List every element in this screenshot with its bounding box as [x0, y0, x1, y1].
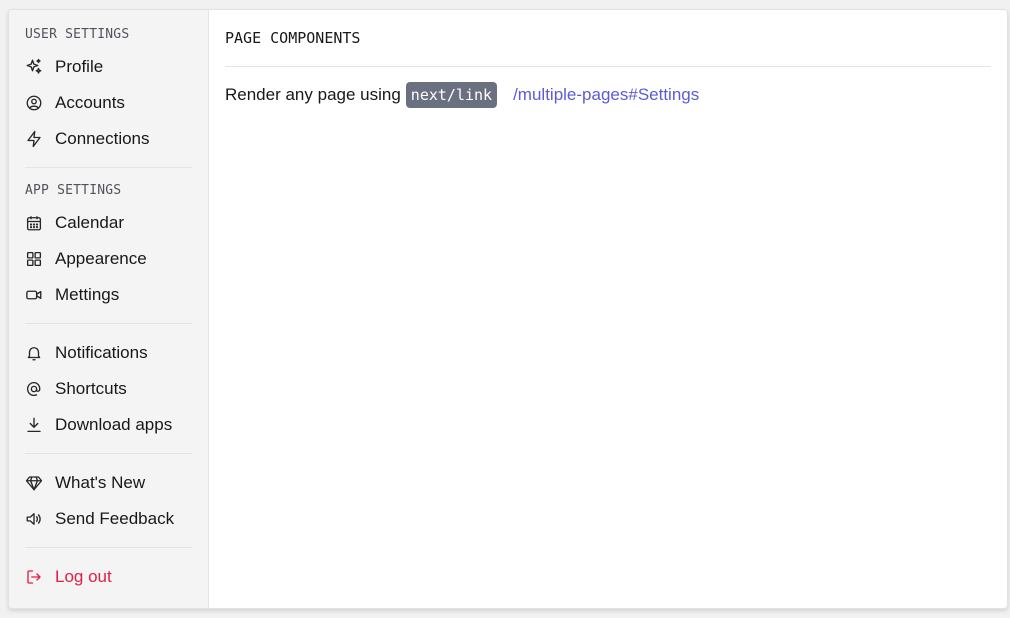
diamond-icon — [25, 474, 43, 492]
page-title: PAGE COMPONENTS — [225, 10, 991, 67]
multiple-pages-link[interactable]: /multiple-pages#Settings — [513, 85, 699, 105]
sidebar-item-label: Send Feedback — [55, 509, 175, 528]
sidebar-item-send-feedback[interactable]: Send Feedback — [25, 501, 192, 537]
sparkles-icon — [25, 58, 43, 76]
sidebar-item-label: Calendar — [55, 213, 124, 232]
sidebar-item-label: Profile — [55, 57, 104, 76]
video-icon — [25, 286, 43, 304]
sidebar-item-shortcuts[interactable]: Shortcuts — [25, 371, 192, 407]
section-title-user-settings: USER SETTINGS — [25, 27, 130, 42]
calendar-icon — [25, 214, 43, 232]
divider — [25, 453, 192, 454]
download-icon — [25, 416, 43, 434]
divider — [25, 547, 192, 548]
logout-button[interactable]: Log out — [25, 559, 192, 595]
sidebar-item-appearence[interactable]: Appearence — [25, 241, 192, 277]
user-circle-icon — [25, 94, 43, 112]
sidebar-item-label: Appearence — [55, 249, 147, 268]
sidebar-item-label: Shortcuts — [55, 379, 127, 398]
code-snippet: next/link — [405, 82, 498, 108]
sidebar-item-mettings[interactable]: Mettings — [25, 277, 192, 313]
sidebar-item-label: Connections — [55, 129, 150, 148]
sidebar-item-label: What's New — [55, 473, 146, 492]
sidebar-item-calendar[interactable]: Calendar — [25, 205, 192, 241]
sidebar-item-accounts[interactable]: Accounts — [25, 85, 192, 121]
grid-icon — [25, 250, 43, 268]
main-content: PAGE COMPONENTS Render any page using ne… — [209, 10, 1007, 608]
sidebar-item-profile[interactable]: Profile — [25, 49, 192, 85]
logout-icon — [25, 568, 43, 586]
sidebar-item-label: Mettings — [55, 285, 120, 304]
app-window: USER SETTINGS Profile Accounts Connectio… — [8, 9, 1008, 609]
sidebar: USER SETTINGS Profile Accounts Connectio… — [9, 10, 209, 608]
sidebar-item-connections[interactable]: Connections — [25, 121, 192, 157]
at-icon — [25, 380, 43, 398]
section-title-app-settings: APP SETTINGS — [25, 183, 122, 198]
divider — [25, 167, 192, 168]
sidebar-item-download-apps[interactable]: Download apps — [25, 407, 192, 443]
speaker-icon — [25, 510, 43, 528]
sidebar-item-label: Download apps — [55, 415, 173, 434]
render-text: Render any page using — [225, 85, 401, 104]
render-line: Render any page using next/link /multipl… — [225, 82, 991, 108]
sidebar-item-whats-new[interactable]: What's New — [25, 465, 192, 501]
divider — [25, 323, 192, 324]
sidebar-item-label: Log out — [55, 567, 112, 586]
bell-icon — [25, 344, 43, 362]
sidebar-item-label: Accounts — [55, 93, 125, 112]
sidebar-item-notifications[interactable]: Notifications — [25, 335, 192, 371]
sidebar-item-label: Notifications — [55, 343, 148, 362]
lightning-icon — [25, 130, 43, 148]
